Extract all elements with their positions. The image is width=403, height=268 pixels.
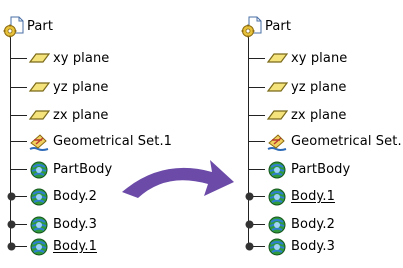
plane-icon: [266, 105, 288, 125]
spec-tree-after: Part xy plane yz plane zx plane Geometri…: [238, 0, 403, 268]
tree-item-label: xy plane: [53, 50, 110, 66]
plane-icon: [266, 48, 288, 68]
tree-item-zx-plane[interactable]: zx plane: [28, 103, 109, 127]
body-icon: [266, 159, 288, 179]
tree-branch-line: [249, 87, 265, 88]
tree-item-label: Body.1: [53, 238, 97, 254]
tree-item-body-3[interactable]: Body.3: [266, 234, 335, 258]
tree-item-label: yz plane: [53, 79, 109, 95]
tree-item-label: Body.3: [53, 216, 97, 232]
tree-root-part[interactable]: Part: [240, 14, 291, 38]
tree-branch-line: [11, 58, 27, 59]
tree-item-geometrical-set[interactable]: Geometrical Set.1: [266, 129, 403, 153]
tree-root-label: Part: [265, 18, 292, 34]
tree-branch-line: [11, 115, 27, 116]
tree-item-xy-plane[interactable]: xy plane: [266, 46, 347, 70]
tree-item-label: Body.2: [291, 216, 335, 232]
tree-root-part[interactable]: Part: [2, 14, 53, 38]
expand-plus-icon[interactable]: [245, 220, 254, 229]
part-icon: [2, 16, 24, 38]
tree-item-label: xy plane: [291, 50, 348, 66]
tree-item-body-1[interactable]: Body.1: [28, 234, 97, 258]
tree-item-xy-plane[interactable]: xy plane: [28, 46, 109, 70]
tree-trunk-line: [248, 32, 249, 246]
body-icon: [28, 236, 50, 256]
expand-plus-icon[interactable]: [245, 242, 254, 251]
tree-item-body-2[interactable]: Body.2: [266, 212, 335, 236]
tree-item-geometrical-set[interactable]: Geometrical Set.1: [28, 129, 172, 153]
plane-icon: [28, 105, 50, 125]
tree-item-label: yz plane: [291, 79, 347, 95]
tree-item-label: Body.2: [53, 188, 97, 204]
geometrical-set-icon: [266, 131, 288, 151]
body-icon: [28, 159, 50, 179]
tree-item-zx-plane[interactable]: zx plane: [266, 103, 347, 127]
tree-item-label: zx plane: [291, 107, 347, 123]
plane-icon: [28, 48, 50, 68]
part-icon: [240, 16, 262, 38]
tree-item-partbody[interactable]: PartBody: [28, 157, 112, 181]
expand-plus-icon[interactable]: [7, 192, 16, 201]
body-icon: [28, 186, 50, 206]
plane-icon: [266, 77, 288, 97]
tree-branch-line: [11, 169, 27, 170]
body-icon: [266, 186, 288, 206]
tree-item-label: PartBody: [291, 161, 351, 177]
tree-item-partbody[interactable]: PartBody: [266, 157, 350, 181]
tree-item-yz-plane[interactable]: yz plane: [266, 75, 347, 99]
expand-plus-icon[interactable]: [7, 220, 16, 229]
tree-item-yz-plane[interactable]: yz plane: [28, 75, 109, 99]
tree-item-label: Body.3: [291, 238, 335, 254]
plane-icon: [28, 77, 50, 97]
expand-plus-icon[interactable]: [245, 192, 254, 201]
body-icon: [28, 214, 50, 234]
tree-item-body-3[interactable]: Body.3: [28, 212, 97, 236]
tree-root-label: Part: [27, 18, 54, 34]
tree-branch-line: [11, 87, 27, 88]
tree-trunk-line: [10, 32, 11, 246]
tree-item-label: Geometrical Set.1: [291, 133, 403, 149]
spec-tree-before: Part xy plane yz plane zx plane Geometri…: [0, 0, 200, 268]
tree-item-body-1[interactable]: Body.1: [266, 184, 335, 208]
tree-item-label: Geometrical Set.1: [53, 133, 173, 149]
geometrical-set-icon: [28, 131, 50, 151]
curved-arrow-icon: [122, 160, 234, 198]
tree-branch-line: [249, 115, 265, 116]
tree-item-label: Body.1: [291, 188, 335, 204]
body-icon: [266, 214, 288, 234]
tree-branch-line: [249, 169, 265, 170]
body-icon: [266, 236, 288, 256]
tree-branch-line: [249, 141, 265, 142]
tree-item-label: PartBody: [53, 161, 113, 177]
expand-plus-icon[interactable]: [7, 242, 16, 251]
tree-item-label: zx plane: [53, 107, 109, 123]
tree-branch-line: [249, 58, 265, 59]
tree-item-body-2[interactable]: Body.2: [28, 184, 97, 208]
tree-branch-line: [11, 141, 27, 142]
